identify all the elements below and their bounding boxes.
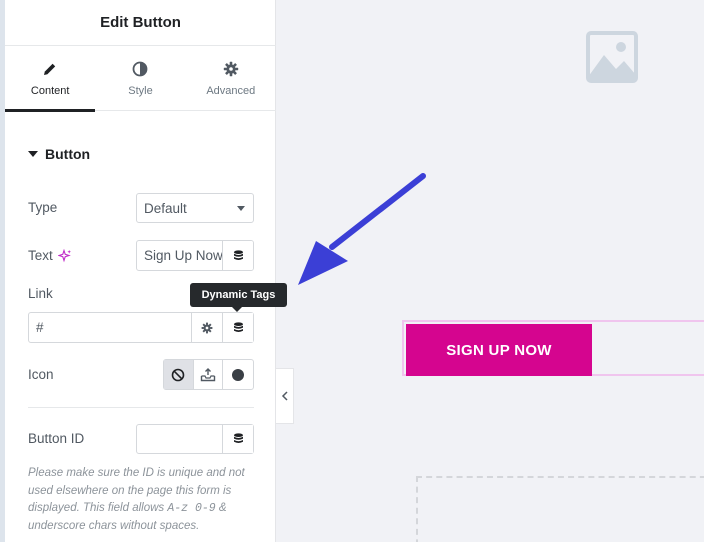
- tab-label: Advanced: [206, 85, 256, 97]
- gear-icon: [201, 322, 213, 333]
- image-placeholder-icon: [586, 31, 638, 83]
- database-icon: [233, 433, 243, 443]
- upload-icon: [200, 367, 216, 381]
- panel-title: Edit Button: [5, 0, 276, 46]
- empty-drop-area[interactable]: [416, 476, 704, 542]
- database-icon: [233, 249, 243, 260]
- text-input[interactable]: Sign Up Now: [136, 240, 254, 271]
- help-code-part: A-z 0-9: [167, 502, 216, 515]
- pencil-icon: [44, 63, 56, 75]
- gear-icon: [223, 61, 239, 77]
- tab-style[interactable]: Style: [95, 47, 185, 111]
- icon-picker: [163, 359, 254, 390]
- dynamic-tags-tooltip: Dynamic Tags: [190, 283, 287, 312]
- tab-advanced[interactable]: Advanced: [186, 47, 276, 111]
- canvas-button[interactable]: SIGN UP NOW: [406, 324, 592, 376]
- icon-none-option[interactable]: [164, 360, 194, 389]
- link-input[interactable]: #: [28, 312, 254, 343]
- text-input-value: Sign Up Now: [144, 248, 223, 263]
- icon-upload-option[interactable]: [194, 360, 224, 389]
- dynamic-tags-button[interactable]: [222, 313, 253, 342]
- caret-down-icon: [28, 151, 38, 157]
- link-input-value: #: [36, 320, 44, 335]
- section-title: Button: [45, 146, 91, 162]
- button-id-input[interactable]: [136, 424, 254, 454]
- divider: [28, 407, 254, 408]
- button-id-help-text: Please make sure the ID is unique and no…: [28, 465, 254, 535]
- text-label: Text: [28, 248, 53, 263]
- chevron-left-icon: [281, 391, 288, 401]
- type-select-value: Default: [144, 200, 187, 216]
- ai-sparkle-icon[interactable]: [57, 248, 72, 263]
- text-label-row: Text: [28, 248, 72, 263]
- dynamic-tags-button[interactable]: [222, 241, 253, 270]
- tab-content[interactable]: Content: [5, 47, 96, 112]
- collapse-panel-button[interactable]: [276, 368, 294, 424]
- link-label: Link: [28, 286, 53, 301]
- chevron-down-icon: [237, 206, 245, 211]
- section-toggle-button[interactable]: Button: [28, 146, 90, 162]
- button-id-label: Button ID: [28, 431, 85, 446]
- editor-panel: Edit Button Content Style Advanced Butto…: [0, 0, 276, 542]
- dynamic-tags-button[interactable]: [222, 425, 253, 453]
- annotation-arrow: [298, 173, 426, 285]
- type-select[interactable]: Default: [136, 193, 254, 223]
- circle-icon: [232, 368, 245, 381]
- icon-library-option[interactable]: [223, 360, 253, 389]
- database-icon: [233, 321, 243, 332]
- tab-label: Content: [30, 85, 70, 97]
- panel-tabs: Content Style Advanced: [5, 47, 276, 112]
- link-options-button[interactable]: [191, 313, 222, 342]
- contrast-icon: [133, 61, 148, 77]
- canvas-button-widget[interactable]: SIGN UP NOW: [402, 320, 704, 376]
- tab-label: Style: [128, 85, 153, 97]
- ban-icon: [172, 368, 185, 381]
- icon-label: Icon: [28, 367, 54, 382]
- type-label: Type: [28, 200, 58, 215]
